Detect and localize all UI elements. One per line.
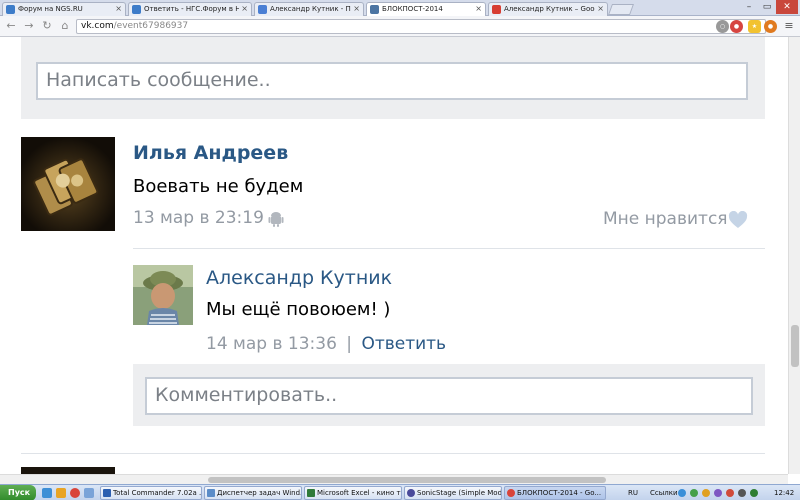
url-host: vk.com: [81, 21, 114, 31]
address-bar[interactable]: vk.com/event67986937: [76, 19, 766, 34]
ilya-avatar-image: [21, 137, 115, 231]
like-label[interactable]: Мне нравится: [603, 209, 728, 229]
windows-taskbar: Пуск Total Commander 7.02a ... Диспетчер…: [0, 484, 800, 500]
start-button[interactable]: Пуск: [0, 485, 36, 500]
tab-close-icon[interactable]: ×: [115, 3, 122, 15]
taskbar-excel[interactable]: Microsoft Excel - кино т...: [304, 486, 402, 500]
tab-ngs-reply[interactable]: Ответить - НГС.Форум в Н ×: [128, 2, 252, 16]
post-author-name[interactable]: Илья Андреев: [133, 142, 288, 164]
tab-google-plus[interactable]: Александр Кутник – Google+ ×: [488, 2, 608, 16]
android-icon: [268, 212, 284, 227]
avatar[interactable]: [133, 265, 193, 325]
extension-badge-icon[interactable]: ●: [730, 20, 743, 33]
tray-app-icon[interactable]: [750, 489, 758, 497]
back-arrow-icon[interactable]: ←: [4, 19, 18, 33]
vk-favicon-icon: [370, 5, 379, 14]
alexander-avatar-image: [133, 265, 193, 325]
vertical-scrollbar[interactable]: [788, 37, 800, 474]
minimize-button[interactable]: –: [740, 0, 758, 14]
language-indicator[interactable]: RU: [628, 485, 638, 500]
horizontal-scrollbar[interactable]: [0, 474, 788, 484]
horizontal-scroll-thumb[interactable]: [208, 477, 606, 483]
sonicstage-icon: [407, 489, 415, 497]
desktop-icon[interactable]: [42, 488, 52, 498]
close-window-button[interactable]: ✕: [776, 0, 798, 14]
reply-text: Мы ещё повоюем! ): [206, 299, 391, 320]
clock: 12:42: [774, 489, 795, 497]
tray-app-icon[interactable]: [714, 489, 722, 497]
forward-arrow-icon[interactable]: →: [22, 19, 36, 33]
post-text: Воевать не будем: [133, 176, 304, 197]
tab-close-icon[interactable]: ×: [597, 3, 604, 15]
tab-blokpost[interactable]: БЛОКПОСТ-2014 ×: [366, 2, 486, 16]
avatar[interactable]: [21, 137, 115, 231]
tray-app-icon[interactable]: [690, 489, 698, 497]
vertical-scroll-thumb[interactable]: [791, 325, 799, 367]
extension-icon[interactable]: ●: [764, 20, 777, 33]
forum-favicon-icon: [6, 5, 15, 14]
explorer-icon[interactable]: [56, 488, 66, 498]
chrome-icon: [507, 489, 515, 497]
url-path: /event67986937: [113, 21, 189, 31]
tab-google-search[interactable]: Александр Кутник - Поиск ×: [254, 2, 364, 16]
google-plus-favicon-icon: [492, 5, 501, 14]
taskbar-total-commander[interactable]: Total Commander 7.02a ...: [100, 486, 202, 500]
taskbar-sonicstage[interactable]: SonicStage (Simple Mode): [404, 486, 502, 500]
comment-input[interactable]: Комментировать..: [145, 377, 753, 415]
page-viewport: Написать сообщение.. Илья Андреев Воеват…: [0, 37, 788, 474]
maximize-button[interactable]: ▭: [758, 0, 776, 14]
browser-tab-strip: Форум на NGS.RU × Ответить - НГС.Форум в…: [0, 0, 800, 16]
menu-icon[interactable]: ≡: [782, 19, 796, 33]
bookmark-star-icon[interactable]: ★: [748, 20, 761, 33]
home-icon[interactable]: ⌂: [58, 19, 72, 33]
tray-network-icon[interactable]: [678, 489, 686, 497]
quicklaunch-icon[interactable]: [84, 488, 94, 498]
screen: Форум на NGS.RU × Ответить - НГС.Форум в…: [0, 0, 800, 500]
total-commander-icon: [103, 489, 111, 497]
reply-link[interactable]: Ответить: [361, 334, 446, 354]
task-manager-icon: [207, 489, 215, 497]
chrome-icon[interactable]: [70, 488, 80, 498]
tray-volume-icon[interactable]: [738, 489, 746, 497]
tray-app-icon[interactable]: [726, 489, 734, 497]
taskbar-chrome-blokpost[interactable]: БЛОКПОСТ-2014 - Go...: [504, 486, 606, 500]
forum-favicon-icon: [132, 5, 141, 14]
new-tab-button[interactable]: [607, 4, 635, 15]
browser-toolbar: ← → ↻ ⌂ vk.com/event67986937: [0, 16, 800, 37]
reply-author-name[interactable]: Александр Кутник: [206, 267, 392, 289]
reload-icon[interactable]: ↻: [40, 19, 54, 33]
post-divider: [21, 453, 765, 454]
search-icon[interactable]: ○: [716, 20, 729, 33]
tab-close-icon[interactable]: ×: [475, 3, 482, 15]
links-toolbar[interactable]: Ссылки: [650, 485, 678, 500]
reply-date[interactable]: 14 мар в 13:36: [206, 334, 337, 354]
excel-icon: [307, 489, 315, 497]
reply-separator: |: [346, 334, 353, 354]
post-divider: [133, 248, 765, 249]
google-favicon-icon: [258, 5, 267, 14]
tray-app-icon[interactable]: [702, 489, 710, 497]
heart-icon[interactable]: [728, 211, 748, 229]
write-message-input[interactable]: Написать сообщение..: [36, 62, 748, 100]
tab-close-icon[interactable]: ×: [353, 3, 360, 15]
post-date[interactable]: 13 мар в 23:19: [133, 208, 264, 228]
tab-ngs-forum[interactable]: Форум на NGS.RU ×: [2, 2, 126, 16]
tab-close-icon[interactable]: ×: [241, 3, 248, 15]
avatar[interactable]: [21, 467, 115, 474]
taskbar-task-manager[interactable]: Диспетчер задач Wind...: [204, 486, 302, 500]
reply-meta: 14 мар в 13:36 | Ответить: [206, 334, 446, 354]
